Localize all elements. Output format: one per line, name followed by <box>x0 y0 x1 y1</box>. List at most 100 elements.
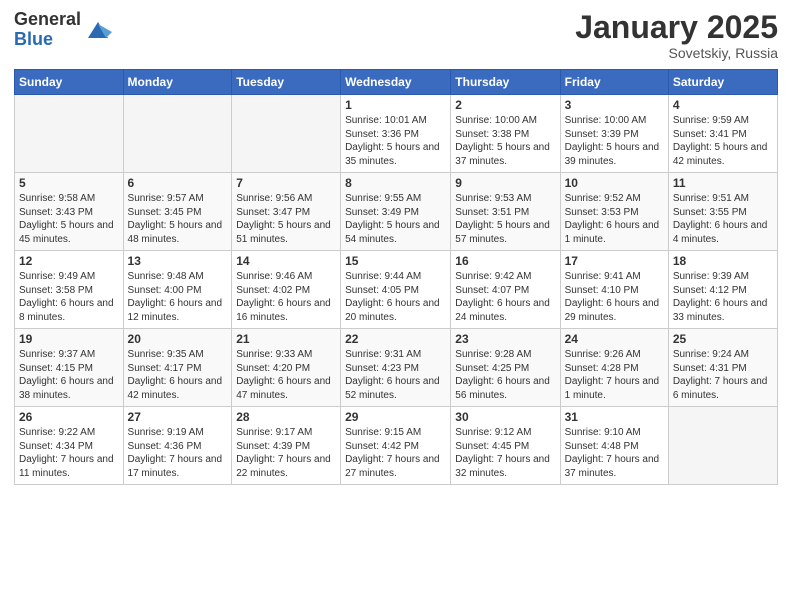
day-number: 5 <box>19 176 119 190</box>
cell-1-4: 9Sunrise: 9:53 AM Sunset: 3:51 PM Daylig… <box>451 173 560 251</box>
cell-content: Sunrise: 9:58 AM Sunset: 3:43 PM Dayligh… <box>19 192 119 246</box>
cell-2-1: 13 Sunrise: 9:48 AM Sunset: 4:00 PM Dayli… <box>123 251 232 329</box>
cell-3-2: 21 Sunrise: 9:33 AM Sunset: 4:20 PM Dayli… <box>232 329 341 407</box>
cell-0-4: 2 Sunrise: 10:00 AM Sunset: 3:38 PM Dayli… <box>451 95 560 173</box>
cell-0-5: 3 Sunrise: 10:00 AM Sunset: 3:39 PM Dayli… <box>560 95 668 173</box>
cell-content: Sunrise: 9:33 AM Sunset: 4:20 PM Dayligh… <box>236 348 336 402</box>
cell-content: Sunrise: 9:48 AM Sunset: 4:00 PM Dayligh… <box>128 270 228 324</box>
day-number: 7 <box>236 176 336 190</box>
cell-content: Sunrise: 9:56 AM Sunset: 3:47 PM Dayligh… <box>236 192 336 246</box>
col-header-saturday: Saturday <box>668 70 777 95</box>
day-number: 12 <box>19 254 119 268</box>
cell-content: Sunrise: 9:22 AM Sunset: 4:34 PM Dayligh… <box>19 426 119 480</box>
cell-3-5: 24 Sunrise: 9:26 AM Sunset: 4:28 PM Dayli… <box>560 329 668 407</box>
cell-content: Sunrise: 9:44 AM Sunset: 4:05 PM Dayligh… <box>345 270 446 324</box>
cell-3-1: 20Sunrise: 9:35 AM Sunset: 4:17 PM Dayli… <box>123 329 232 407</box>
calendar: SundayMondayTuesdayWednesdayThursdayFrid… <box>14 69 778 485</box>
day-number: 16 <box>455 254 555 268</box>
day-number: 4 <box>673 98 773 112</box>
logo-blue: Blue <box>14 30 81 50</box>
day-number: 17 <box>565 254 664 268</box>
cell-content: Sunrise: 9:31 AM Sunset: 4:23 PM Dayligh… <box>345 348 446 402</box>
cell-4-5: 31Sunrise: 9:10 AM Sunset: 4:48 PM Dayli… <box>560 407 668 485</box>
day-number: 18 <box>673 254 773 268</box>
day-number: 19 <box>19 332 119 346</box>
col-header-tuesday: Tuesday <box>232 70 341 95</box>
week-row-0: 1 Sunrise: 10:01 AM Sunset: 3:36 PM Dayli… <box>15 95 778 173</box>
cell-1-6: 11Sunrise: 9:51 AM Sunset: 3:55 PM Dayli… <box>668 173 777 251</box>
cell-2-2: 14Sunrise: 9:46 AM Sunset: 4:02 PM Dayli… <box>232 251 341 329</box>
day-number: 23 <box>455 332 555 346</box>
day-number: 30 <box>455 410 555 424</box>
cell-3-4: 23Sunrise: 9:28 AM Sunset: 4:25 PM Dayli… <box>451 329 560 407</box>
cell-content: Sunrise: 9:59 AM Sunset: 3:41 PM Dayligh… <box>673 114 773 168</box>
cell-4-2: 28Sunrise: 9:17 AM Sunset: 4:39 PM Dayli… <box>232 407 341 485</box>
col-header-wednesday: Wednesday <box>341 70 451 95</box>
cell-content: Sunrise: 9:53 AM Sunset: 3:51 PM Dayligh… <box>455 192 555 246</box>
cell-content: Sunrise: 9:24 AM Sunset: 4:31 PM Dayligh… <box>673 348 773 402</box>
cell-content: Sunrise: 9:26 AM Sunset: 4:28 PM Dayligh… <box>565 348 664 402</box>
header-row: SundayMondayTuesdayWednesdayThursdayFrid… <box>15 70 778 95</box>
day-number: 13 <box>128 254 228 268</box>
cell-3-3: 22 Sunrise: 9:31 AM Sunset: 4:23 PM Dayli… <box>341 329 451 407</box>
cell-content: Sunrise: 9:41 AM Sunset: 4:10 PM Dayligh… <box>565 270 664 324</box>
col-header-thursday: Thursday <box>451 70 560 95</box>
cell-content: Sunrise: 9:46 AM Sunset: 4:02 PM Dayligh… <box>236 270 336 324</box>
cell-content: Sunrise: 9:19 AM Sunset: 4:36 PM Dayligh… <box>128 426 228 480</box>
month-title: January 2025 <box>575 10 778 45</box>
day-number: 24 <box>565 332 664 346</box>
day-number: 28 <box>236 410 336 424</box>
cell-content: Sunrise: 9:39 AM Sunset: 4:12 PM Dayligh… <box>673 270 773 324</box>
cell-content: Sunrise: 10:01 AM Sunset: 3:36 PM Daylig… <box>345 114 446 168</box>
day-number: 15 <box>345 254 446 268</box>
logo-icon <box>84 16 112 44</box>
cell-content: Sunrise: 9:55 AM Sunset: 3:49 PM Dayligh… <box>345 192 446 246</box>
day-number: 27 <box>128 410 228 424</box>
logo: General Blue <box>14 10 112 50</box>
day-number: 2 <box>455 98 555 112</box>
col-header-sunday: Sunday <box>15 70 124 95</box>
cell-content: Sunrise: 9:37 AM Sunset: 4:15 PM Dayligh… <box>19 348 119 402</box>
day-number: 8 <box>345 176 446 190</box>
week-row-1: 5 Sunrise: 9:58 AM Sunset: 3:43 PM Daylig… <box>15 173 778 251</box>
title-block: January 2025 Sovetskiy, Russia <box>575 10 778 61</box>
cell-0-1 <box>123 95 232 173</box>
cell-2-4: 16 Sunrise: 9:42 AM Sunset: 4:07 PM Dayli… <box>451 251 560 329</box>
day-number: 1 <box>345 98 446 112</box>
cell-0-2 <box>232 95 341 173</box>
week-row-2: 12 Sunrise: 9:49 AM Sunset: 3:58 PM Dayli… <box>15 251 778 329</box>
day-number: 3 <box>565 98 664 112</box>
cell-0-6: 4 Sunrise: 9:59 AM Sunset: 3:41 PM Daylig… <box>668 95 777 173</box>
day-number: 26 <box>19 410 119 424</box>
day-number: 10 <box>565 176 664 190</box>
cell-content: Sunrise: 9:57 AM Sunset: 3:45 PM Dayligh… <box>128 192 228 246</box>
logo-text: General Blue <box>14 10 81 50</box>
cell-1-3: 8 Sunrise: 9:55 AM Sunset: 3:49 PM Daylig… <box>341 173 451 251</box>
cell-2-5: 17 Sunrise: 9:41 AM Sunset: 4:10 PM Dayli… <box>560 251 668 329</box>
col-header-monday: Monday <box>123 70 232 95</box>
week-row-4: 26 Sunrise: 9:22 AM Sunset: 4:34 PM Dayli… <box>15 407 778 485</box>
day-number: 29 <box>345 410 446 424</box>
cell-1-1: 6 Sunrise: 9:57 AM Sunset: 3:45 PM Daylig… <box>123 173 232 251</box>
cell-2-6: 18 Sunrise: 9:39 AM Sunset: 4:12 PM Dayli… <box>668 251 777 329</box>
day-number: 22 <box>345 332 446 346</box>
cell-content: Sunrise: 9:52 AM Sunset: 3:53 PM Dayligh… <box>565 192 664 246</box>
col-header-friday: Friday <box>560 70 668 95</box>
cell-4-6 <box>668 407 777 485</box>
day-number: 25 <box>673 332 773 346</box>
day-number: 21 <box>236 332 336 346</box>
week-row-3: 19 Sunrise: 9:37 AM Sunset: 4:15 PM Dayli… <box>15 329 778 407</box>
cell-2-0: 12 Sunrise: 9:49 AM Sunset: 3:58 PM Dayli… <box>15 251 124 329</box>
cell-4-4: 30Sunrise: 9:12 AM Sunset: 4:45 PM Dayli… <box>451 407 560 485</box>
subtitle: Sovetskiy, Russia <box>575 45 778 61</box>
cell-2-3: 15 Sunrise: 9:44 AM Sunset: 4:05 PM Dayli… <box>341 251 451 329</box>
cell-0-0 <box>15 95 124 173</box>
cell-content: Sunrise: 10:00 AM Sunset: 3:38 PM Daylig… <box>455 114 555 168</box>
cell-1-5: 10 Sunrise: 9:52 AM Sunset: 3:53 PM Dayli… <box>560 173 668 251</box>
cell-content: Sunrise: 9:10 AM Sunset: 4:48 PM Dayligh… <box>565 426 664 480</box>
cell-content: Sunrise: 10:00 AM Sunset: 3:39 PM Daylig… <box>565 114 664 168</box>
cell-content: Sunrise: 9:42 AM Sunset: 4:07 PM Dayligh… <box>455 270 555 324</box>
day-number: 6 <box>128 176 228 190</box>
cell-3-0: 19 Sunrise: 9:37 AM Sunset: 4:15 PM Dayli… <box>15 329 124 407</box>
cell-content: Sunrise: 9:49 AM Sunset: 3:58 PM Dayligh… <box>19 270 119 324</box>
